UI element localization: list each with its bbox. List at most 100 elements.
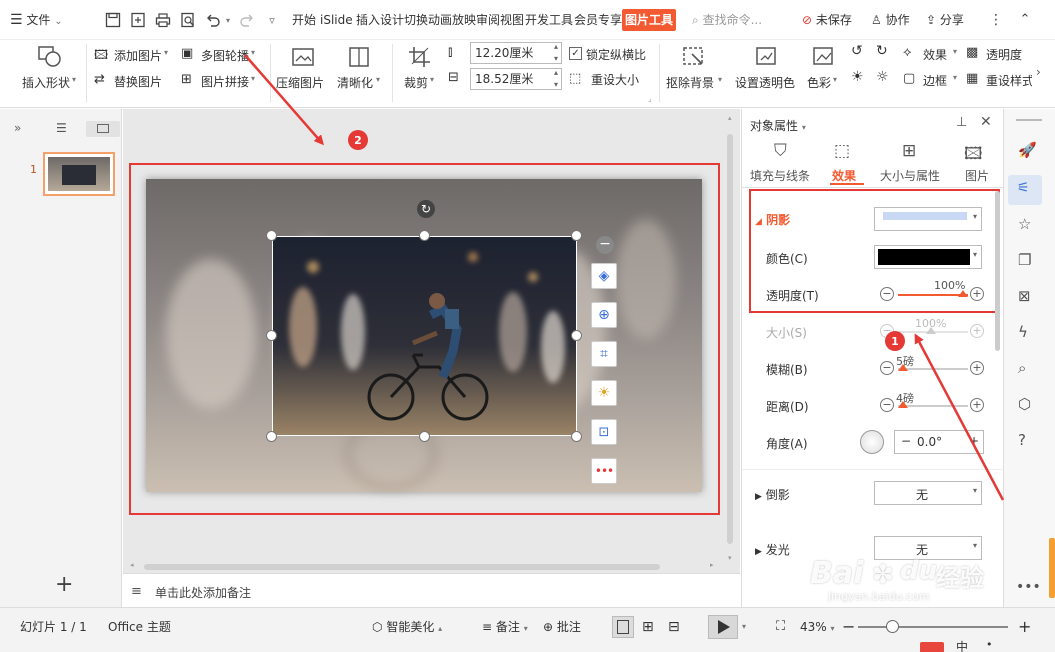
border-button[interactable]: ▢ 边框 ▾ [903, 70, 963, 90]
tab-islide[interactable]: iSlide [320, 0, 353, 40]
play-options-chevron-icon[interactable]: ▾ [742, 608, 746, 646]
width-input[interactable]: 18.52厘米 ▴ ▾ [470, 68, 562, 90]
tab-developer[interactable]: 开发工具 [525, 0, 573, 40]
reset-style-button[interactable]: ▦ 重设样式 [966, 70, 1032, 90]
effects-button[interactable]: ⟡ 效果 ▾ [903, 44, 963, 64]
spinner-icon[interactable]: ▴ ▾ [554, 67, 558, 91]
menu-button[interactable]: ☰ 文件 ⌄ [10, 0, 63, 40]
lock-ratio-checkbox[interactable]: ✓ 锁定纵横比 [569, 45, 651, 63]
expand-panel-icon[interactable]: » [14, 121, 21, 135]
zoom-in-status-icon[interactable]: + [1018, 608, 1031, 646]
panel-scrollbar[interactable] [995, 191, 1000, 351]
zoom-out-icon[interactable]: − [842, 608, 855, 646]
compress-image-button[interactable]: 压缩图片 [276, 44, 330, 100]
tab-view[interactable]: 视图 [500, 0, 524, 40]
save-icon[interactable] [104, 11, 122, 29]
sharpen-button[interactable]: 清晰化 ▾ [335, 44, 385, 100]
increase-size-icon[interactable]: + [970, 324, 984, 338]
tab-effects[interactable]: ⬚ 效果 [822, 141, 886, 185]
multi-carousel-button[interactable]: ▣ 多图轮播 ▾ [181, 44, 261, 64]
star-shape-icon[interactable]: ☆ [1018, 215, 1031, 233]
reset-size-button[interactable]: ⬚ 重设大小 [569, 70, 651, 88]
collapse-ribbon-icon[interactable]: ⌃ [1016, 10, 1034, 28]
tab-home[interactable]: 开始 [292, 0, 316, 40]
properties-icon[interactable]: ⚟ [1008, 175, 1042, 205]
reflection-dropdown[interactable]: 无 ▾ [874, 481, 982, 505]
add-slide-icon[interactable]: + [55, 574, 73, 596]
export-pdf-icon[interactable] [129, 11, 147, 29]
decrease-blur-icon[interactable]: − [880, 361, 894, 375]
image-gallery-icon[interactable]: ⊠ [1018, 287, 1031, 305]
glow-section-toggle[interactable]: ▶ 发光 [755, 541, 790, 558]
normal-view-icon[interactable] [612, 616, 634, 638]
zoom-dropdown[interactable]: 43% ▾ [800, 608, 835, 646]
slider-thumb[interactable] [898, 401, 908, 408]
zoom-slider[interactable] [858, 626, 1008, 628]
cube-icon[interactable]: ⬡ [1018, 395, 1031, 413]
ime-chinese-icon[interactable]: 中 [956, 638, 968, 652]
more-options-icon[interactable]: ⋮ [989, 12, 1003, 28]
panel-title[interactable]: 对象属性 ▾ [750, 117, 806, 134]
set-transparent-color-button[interactable]: 设置透明色 [735, 44, 799, 100]
transparency-button[interactable]: ▩ 透明度 [966, 44, 1036, 64]
unsaved-button[interactable]: ⊘ 未保存 [802, 0, 852, 40]
tab-picture-tools[interactable]: 图片工具 [622, 9, 677, 31]
print-icon[interactable] [154, 11, 172, 29]
vertical-scrollbar[interactable]: ▴ ▾ [726, 114, 734, 564]
zoom-slider-thumb[interactable] [886, 620, 899, 633]
slide-sorter-icon[interactable]: ⊞ [642, 608, 654, 646]
pin-icon[interactable]: ⊥ [956, 115, 967, 130]
increase-distance-icon[interactable]: + [970, 398, 984, 412]
ime-punct-icon[interactable]: • [986, 638, 993, 651]
tab-insert[interactable]: 插入 [356, 0, 380, 40]
slide-thumbnail[interactable] [43, 152, 115, 196]
more-tools-icon[interactable]: ••• [1016, 579, 1041, 595]
ime-badge-icon[interactable] [920, 642, 944, 652]
tab-member[interactable]: 会员专享 [574, 0, 622, 40]
comment-button[interactable]: ⊕ 批注 [543, 608, 581, 646]
collab-button[interactable]: ♙ 协作 [871, 0, 910, 40]
reflection-section-toggle[interactable]: ▶ 倒影 [755, 486, 790, 503]
remove-background-button[interactable]: 抠除背景 ▾ [666, 44, 726, 100]
rotate-left-icon[interactable]: ↺ [851, 43, 863, 59]
notes-toggle-button[interactable]: ≡ 备注 ▾ [482, 608, 528, 646]
image-collage-button[interactable]: ⊞ 图片拼接 ▾ [181, 70, 267, 90]
tab-animation[interactable]: 动画 [428, 0, 452, 40]
side-handle[interactable] [1049, 538, 1055, 598]
outline-view-icon[interactable]: ☰ [56, 121, 67, 135]
tab-transition[interactable]: 切换 [404, 0, 428, 40]
slider-thumb[interactable] [926, 327, 936, 334]
flash-icon[interactable]: ϟ [1018, 323, 1028, 341]
decrease-distance-icon[interactable]: − [880, 398, 894, 412]
help-icon[interactable]: ? [1018, 431, 1026, 449]
increment-icon[interactable]: + [969, 434, 979, 448]
brightness-down-icon[interactable]: ☼ [876, 69, 889, 85]
brightness-up-icon[interactable]: ☀ [851, 69, 864, 85]
theme-name[interactable]: Office 主题 [108, 608, 171, 646]
quick-access-more-icon[interactable]: ▿ [264, 12, 280, 28]
undo-dropdown-icon[interactable]: ▾ [223, 14, 233, 26]
smart-beautify-button[interactable]: ⬡ 智能美化 ▴ [372, 608, 442, 646]
color-button[interactable]: 色彩 ▾ [806, 44, 846, 100]
tab-fill-line[interactable]: ⛉ 填充与线条 [750, 141, 818, 183]
fit-slide-icon[interactable]: ⛶ [776, 608, 785, 646]
angle-dial-icon[interactable] [860, 430, 884, 454]
spinner-icon[interactable]: ▴ ▾ [554, 41, 558, 65]
slider-thumb[interactable] [898, 364, 908, 371]
dialog-launcher-icon[interactable]: ⌟ [648, 94, 652, 103]
share-button[interactable]: ⇪ 分享 [926, 0, 964, 40]
tab-design[interactable]: 设计 [380, 0, 404, 40]
increase-blur-icon[interactable]: + [970, 361, 984, 375]
ribbon-scroll-right-icon[interactable]: › [1036, 44, 1046, 100]
tab-review[interactable]: 审阅 [476, 0, 500, 40]
rocket-icon[interactable]: 🚀 [1018, 141, 1037, 159]
tab-picture[interactable]: 🖾 图片 [956, 141, 996, 183]
insert-shape-button[interactable]: 插入形状 ▾ [22, 44, 78, 100]
copy-icon[interactable]: ❐ [1018, 251, 1031, 269]
search-command[interactable]: ⌕ 查找命令... [692, 0, 762, 40]
slide-view-icon[interactable] [86, 121, 120, 137]
search-doc-icon[interactable]: ⌕ [1018, 359, 1026, 377]
close-icon[interactable]: ✕ [980, 114, 992, 130]
play-button[interactable] [708, 615, 738, 639]
rotate-right-icon[interactable]: ↻ [876, 43, 888, 59]
